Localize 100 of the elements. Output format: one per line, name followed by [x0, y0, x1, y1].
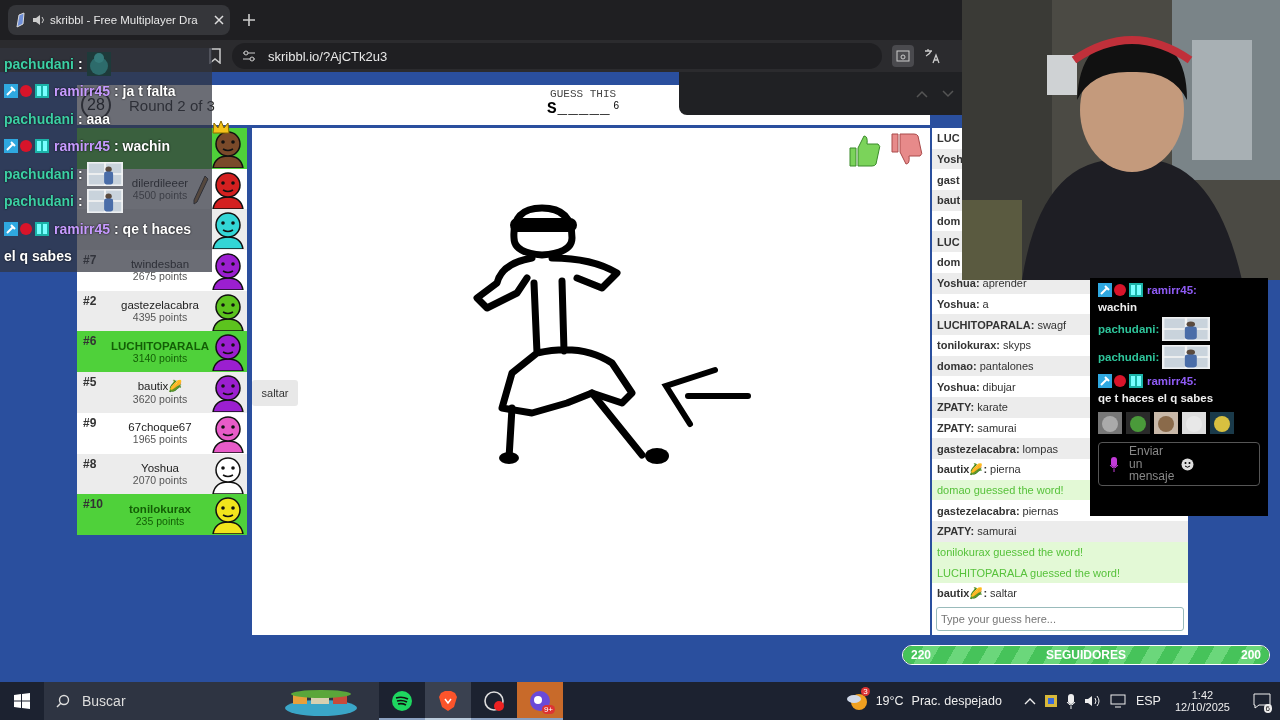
player-rank: #9 [83, 415, 97, 430]
chat-username: pachudani: [1098, 323, 1160, 335]
network-icon[interactable] [1109, 694, 1128, 708]
chat-username: ramirr45: [1147, 284, 1197, 296]
speaker-icon [32, 13, 46, 27]
player-rank: #7 [83, 253, 97, 268]
windows-logo-icon [14, 693, 30, 709]
chat-text: dibujar [982, 380, 1016, 393]
tray-app-icon[interactable] [1043, 694, 1058, 708]
player-points: 3140 points [132, 351, 188, 364]
chat-author: dom [937, 256, 961, 269]
chat-app-icon [529, 690, 551, 712]
translate-icon[interactable] [924, 48, 940, 64]
chat-author: bautix🌽: [937, 462, 988, 476]
chat-author: gast [937, 173, 960, 186]
address-bar[interactable]: skribbl.io/?AjCTk2u3 [232, 43, 882, 69]
word-length: 6 [613, 100, 620, 111]
chat-text: swagf [1037, 318, 1067, 331]
chat-author: bautix🌽: [937, 586, 988, 600]
goal-label: SEGUIDORES [1046, 648, 1126, 662]
guess-input[interactable]: Type your guess here... [936, 606, 1184, 631]
drawing-canvas[interactable] [252, 128, 930, 635]
find-button[interactable] [892, 45, 914, 67]
weather-text: Prac. despejado [911, 694, 1002, 708]
player-points: 1965 points [132, 433, 188, 446]
search-icon [56, 694, 70, 708]
chat-author: Yosh [937, 153, 964, 166]
record-app-icon [483, 690, 505, 712]
chat-text: el q sabes [4, 248, 72, 265]
music-app-icon [391, 690, 413, 712]
player-rank: #10 [83, 497, 104, 512]
player-name: Yoshua [141, 461, 179, 474]
chat-author: LUC [937, 235, 960, 248]
speech-bubble: saltar [252, 380, 298, 406]
goal-current: 220 [911, 648, 932, 662]
site-settings-icon[interactable] [242, 50, 256, 62]
player-name: tonilokurax [129, 502, 191, 515]
find-icon [896, 50, 910, 62]
chat-input[interactable]: Enviar un mensaje [1098, 442, 1260, 486]
chat-text: skyps [1002, 339, 1032, 352]
chat-text: a [982, 297, 989, 310]
chat-text: samurai [977, 525, 1017, 538]
player-points: 235 points [135, 514, 185, 527]
player-name: twindesban [130, 258, 190, 271]
chat-text: : wachin [114, 138, 171, 155]
chat-message: tonilokurax guessed the word! [932, 541, 1188, 563]
chat-author: baut [937, 194, 961, 207]
chat-text: pantalones [979, 359, 1034, 372]
player-name: bautix🌽 [137, 379, 183, 394]
chat-author: ZPATY: [937, 421, 975, 434]
chat-author: ZPATY: [937, 525, 975, 538]
taskbar-app[interactable] [425, 682, 471, 720]
chat-text: aprender [982, 277, 1027, 290]
smiley-icon[interactable] [1181, 457, 1194, 471]
temperature: 19°C [875, 694, 904, 708]
chat-text: qe t haces el q sabes [1098, 392, 1215, 404]
close-icon[interactable] [214, 15, 224, 25]
word-hint: S_____ [547, 100, 611, 118]
pencil-icon [14, 12, 28, 28]
search-box[interactable]: Buscar [44, 682, 379, 720]
chat-author: Yoshua: [937, 277, 980, 290]
lion-shield-icon [438, 690, 458, 712]
hint-label: GUESS THIS [550, 88, 617, 100]
chat-author: gastezelacabra: [937, 504, 1020, 517]
player-name: dilerdileeer [131, 177, 189, 190]
taskbar-app[interactable]: 9+ [517, 682, 563, 720]
chat-author: tonilokurax: [937, 339, 1000, 352]
goal-target: 200 [1240, 648, 1261, 662]
chat-author: ZPATY: [937, 401, 975, 414]
browser-tab[interactable]: skribbl - Free Multiplayer Dra [8, 5, 230, 35]
player-points: 2675 points [132, 270, 188, 283]
chat-text: pierna [990, 463, 1021, 476]
player-rank: #2 [83, 293, 97, 308]
app-badge: 9+ [541, 705, 555, 714]
chat-author: Yoshua: [937, 297, 980, 310]
chat-text: : [78, 55, 83, 72]
chat-username: pachudani [4, 165, 74, 182]
url-text: skribbl.io/?AjCTk2u3 [268, 48, 388, 64]
new-tab-icon[interactable] [240, 11, 258, 29]
notifications-button[interactable]: 6 [1244, 682, 1280, 720]
chat-text: : ja t falta [114, 83, 176, 100]
player-points: 3620 points [132, 393, 188, 406]
player-rank: #8 [83, 456, 97, 471]
chat-username: pachudani [4, 193, 74, 210]
chat-text: lompas [1022, 442, 1058, 455]
chat-text: : aaa [78, 110, 110, 127]
language-indicator[interactable]: ESP [1135, 694, 1161, 708]
chat-bubble-icon [1253, 693, 1271, 709]
clock[interactable]: 1:42 12/10/2025 [1174, 689, 1230, 713]
speaker-icon[interactable] [1083, 694, 1102, 708]
chat-username: ramirr45 [54, 220, 111, 237]
thumbs-up-icon[interactable] [846, 132, 882, 168]
player-name: 67choque67 [128, 421, 192, 434]
chat-username: ramirr45: [1147, 375, 1197, 387]
chat-author: LUC [937, 132, 960, 145]
weather-badge: 3 [861, 687, 870, 696]
microphone-icon[interactable] [1065, 693, 1076, 709]
chat-author: dom [937, 215, 961, 228]
chat-text: saltar [990, 587, 1017, 600]
chat-message: LUCHITOPARALA guessed the word! [932, 562, 1188, 584]
